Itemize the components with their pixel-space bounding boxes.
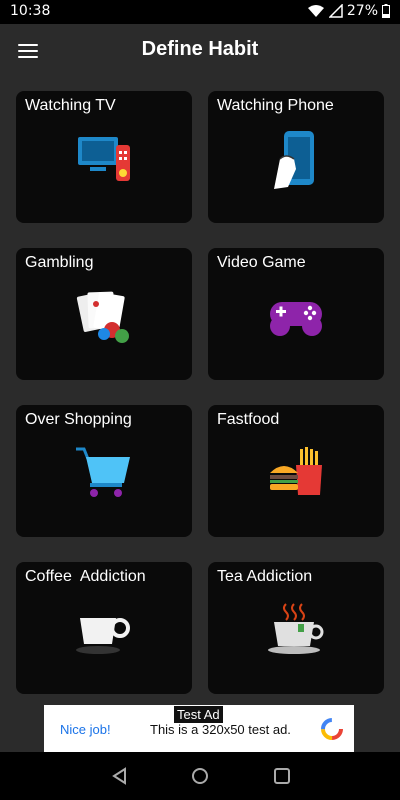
battery-percent: 27% (346, 3, 378, 19)
habit-card-watching-tv[interactable]: Watching TV (16, 91, 192, 223)
shopping-cart-icon (76, 447, 130, 497)
test-ad-badge: Test Ad (174, 706, 223, 723)
habit-label: Watching Phone (217, 97, 334, 114)
ad-title: Nice job! (60, 722, 111, 737)
habit-label: Gambling (25, 254, 94, 271)
habit-label: Watching TV (25, 97, 116, 114)
playing-cards-icon (76, 291, 129, 343)
signal-icon (328, 4, 343, 18)
page-title: Define Habit (141, 38, 259, 60)
habit-card-watching-phone[interactable]: Watching Phone (208, 91, 384, 223)
habit-label: Fastfood (217, 411, 280, 428)
habit-label: Coffee Addiction (25, 568, 146, 585)
fastfood-icon (270, 447, 322, 495)
gamepad-icon (270, 302, 322, 336)
wifi-icon (307, 5, 324, 17)
tea-cup-icon (268, 603, 324, 654)
habit-label: Video Game (217, 254, 306, 271)
habit-card-tea-addiction[interactable]: Tea Addiction (208, 562, 384, 694)
back-icon[interactable] (110, 766, 130, 786)
habit-card-over-shopping[interactable]: Over Shopping (16, 405, 192, 537)
system-nav-bar (0, 752, 400, 800)
app-bar: Define Habit (0, 24, 400, 80)
habit-card-coffee-addiction[interactable]: Coffee Addiction (16, 562, 192, 694)
tv-icon (78, 137, 130, 181)
status-time: 10:38 (10, 3, 51, 19)
habit-card-video-game[interactable]: Video Game (208, 248, 384, 380)
ad-logo-icon (321, 718, 343, 740)
habit-card-gambling[interactable]: Gambling (16, 248, 192, 380)
home-icon[interactable] (190, 766, 210, 786)
status-bar: 10:38 27% (0, 0, 400, 24)
battery-icon (382, 4, 390, 18)
ad-text: This is a 320x50 test ad. (150, 722, 291, 737)
phone-icon (274, 131, 314, 189)
coffee-cup-icon (76, 618, 130, 654)
habit-card-fastfood[interactable]: Fastfood (208, 405, 384, 537)
habit-label: Over Shopping (25, 411, 132, 428)
recents-icon[interactable] (272, 766, 292, 786)
habit-label: Tea Addiction (217, 568, 313, 585)
